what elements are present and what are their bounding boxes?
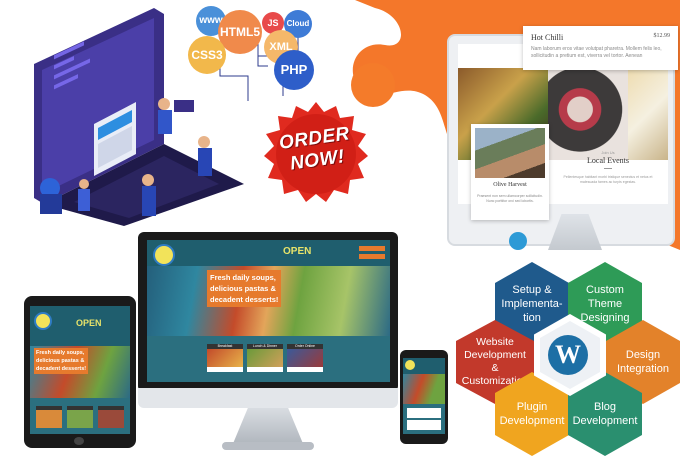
tablet-promo-banner: Fresh daily soups, delicious pastas & de… [34, 348, 89, 374]
menu-item-title: Hot Chilli [531, 33, 564, 42]
cafe-card-breakfast[interactable]: Breakfast [207, 344, 243, 372]
card-image [207, 349, 243, 367]
local-events-kicker: Join Us [601, 150, 615, 155]
tablet-card-2[interactable] [67, 406, 93, 428]
css3-bubble: CSS3 [188, 36, 226, 74]
tablet-cafe-logo [34, 312, 52, 330]
cafe-logo [153, 244, 175, 266]
menu-item-card[interactable]: Hot Chilli $12.99 Nam laborum eros vitae… [523, 26, 678, 70]
local-events-divider [604, 168, 612, 169]
cafe-site-phone-screen [403, 358, 445, 434]
phone-cafe-logo [405, 360, 415, 370]
olive-harvest-description: Praesent non sem ullamcorper sollicitudi… [477, 194, 543, 203]
tablet-card-3[interactable] [98, 406, 124, 428]
cafe-site-header [147, 240, 390, 266]
tablet-open-sign: OPEN [76, 318, 102, 328]
cafe-card-lunch[interactable]: Lunch & Dinner [247, 344, 283, 372]
olive-harvest-title: Olive Harvest [493, 182, 527, 188]
wordpress-logo-icon: W [548, 335, 588, 375]
tablet-home-button[interactable] [74, 437, 84, 445]
cafe-card-order[interactable]: Order Online [287, 344, 323, 372]
menu-item-description: Nam laborum eros vitae volutpat pharetra… [531, 46, 662, 59]
promo-line-3: decadent desserts! [36, 366, 87, 372]
decorative-dot [509, 232, 527, 250]
header-button-2[interactable] [359, 254, 385, 259]
cafe-site-tablet-screen: OPEN Fresh daily soups, delicious pastas… [30, 306, 130, 434]
phone-card-1[interactable] [407, 408, 441, 418]
php-bubble: PHP [274, 50, 314, 90]
card-image [247, 349, 283, 367]
promo-line-2: delicious pastas & [36, 358, 85, 364]
card-image [287, 349, 323, 367]
promo-banner: Fresh daily soups, delicious pastas & de… [207, 270, 282, 307]
olive-harvest-card[interactable]: Olive Harvest Praesent non sem ullamcorp… [471, 124, 549, 220]
imac-base [222, 442, 314, 450]
header-button-1[interactable] [359, 246, 385, 251]
promo-line-2: delicious pastas & [210, 284, 276, 293]
open-sign: OPEN [283, 246, 312, 257]
promo-line-3: decadent desserts! [210, 295, 279, 304]
local-events-title: Local Events [587, 156, 629, 165]
local-events-description: Pellentesque habitant morbi tristique se… [563, 175, 653, 184]
promo-line-1: Fresh daily soups, [36, 350, 85, 356]
food-photo-2 [548, 68, 628, 160]
phone-card-2[interactable] [407, 420, 441, 430]
phone-hero-image [403, 374, 445, 404]
food-photo-3 [628, 68, 668, 160]
tablet-card-1[interactable] [36, 406, 62, 428]
menu-item-price: $12.99 [653, 33, 671, 39]
promo-line-1: Fresh daily soups, [210, 273, 276, 282]
cafe-site-desktop-screen: OPEN Fresh daily soups, delicious pastas… [147, 240, 390, 382]
imac-stand [232, 408, 304, 446]
olive-harvest-photo [475, 128, 545, 178]
imac-chin [138, 388, 398, 408]
